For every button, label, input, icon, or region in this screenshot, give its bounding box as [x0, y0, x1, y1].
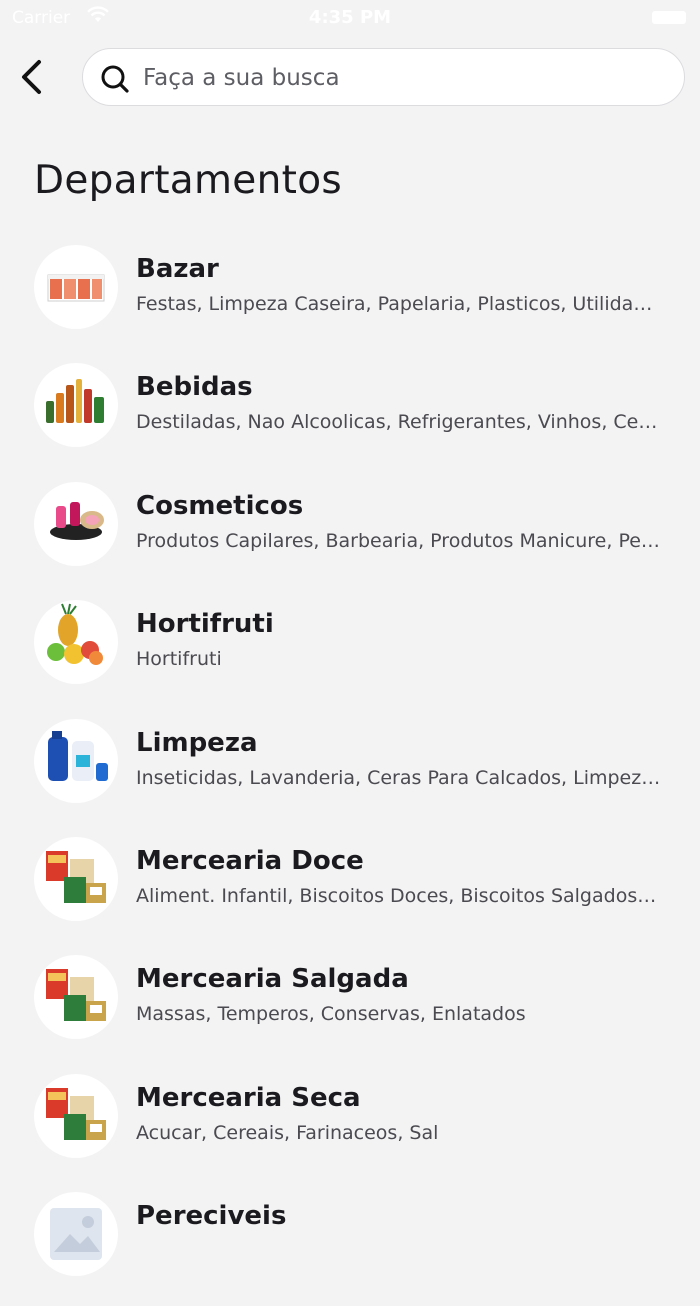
bebidas-icon — [34, 363, 118, 448]
department-name: Bazar — [136, 254, 219, 284]
department-item[interactable]: Cosmeticos Produtos Capilares, Barbearia,… — [0, 477, 700, 595]
department-subtitle: Festas, Limpeza Caseira, Papelaria, Plas… — [136, 293, 662, 315]
chevron-left-icon — [22, 60, 41, 94]
department-item[interactable]: Mercearia Salgada Massas, Temperos, Conse… — [0, 950, 700, 1068]
department-name: Mercearia Salgada — [136, 964, 409, 995]
department-name: Bebidas — [136, 372, 253, 403]
department-subtitle: Hortifruti — [136, 648, 222, 671]
department-item[interactable]: Mercearia Doce Aliment. Infantil, Biscoit… — [0, 832, 700, 950]
department-name: Cosmeticos — [136, 490, 304, 521]
bazar-icon — [34, 245, 118, 329]
department-subtitle: Produtos Capilares, Barbearia, Produtos … — [136, 529, 662, 552]
department-subtitle: Destiladas, Nao Alcoolicas, Refrigerante… — [136, 411, 662, 434]
department-subtitle: Aliment. Infantil, Biscoitos Doces, Bisc… — [136, 884, 662, 907]
cosmeticos-icon — [34, 481, 118, 566]
search-icon — [101, 65, 129, 93]
image-placeholder-icon — [34, 1192, 118, 1277]
mercearia-icon — [34, 955, 118, 1040]
department-item[interactable]: Mercearia Seca Acucar, Cereais, Farinaceo… — [0, 1069, 700, 1187]
search-bar[interactable] — [82, 48, 685, 106]
department-name: Limpeza — [136, 727, 258, 758]
top-bar — [0, 46, 700, 108]
department-subtitle: Acucar, Cereais, Farinaceos, Sal — [136, 1121, 439, 1144]
mercearia-icon — [34, 836, 118, 921]
hortifruti-icon — [34, 600, 118, 685]
mercearia-icon — [34, 1073, 118, 1158]
department-item[interactable]: Bebidas Destiladas, Nao Alcoolicas, Refri… — [0, 358, 700, 476]
department-item[interactable]: Limpeza Inseticidas, Lavanderia, Ceras Pa… — [0, 714, 700, 832]
search-input[interactable] — [143, 57, 663, 99]
department-subtitle: Massas, Temperos, Conservas, Enlatados — [136, 1003, 526, 1026]
department-name: Mercearia Doce — [136, 845, 364, 876]
department-item[interactable]: Bazar Festas, Limpeza Caseira, Papelaria,… — [0, 240, 700, 358]
limpeza-icon — [34, 718, 118, 803]
department-item[interactable]: Hortifruti Hortifruti — [0, 595, 700, 713]
department-subtitle: Inseticidas, Lavanderia, Ceras Para Calc… — [136, 766, 662, 789]
department-name: Mercearia Seca — [136, 1082, 361, 1113]
status-bar: Carrier 4:35 PM — [0, 0, 700, 36]
department-name: Pereciveis — [136, 1201, 287, 1232]
department-name: Hortifruti — [136, 609, 274, 640]
clock-label: 4:35 PM — [308, 7, 392, 28]
department-list: Bazar Festas, Limpeza Caseira, Papelaria,… — [0, 240, 700, 1306]
back-button[interactable] — [12, 56, 52, 98]
page-title: Departamentos — [34, 158, 342, 203]
department-item[interactable]: Pereciveis — [0, 1187, 700, 1305]
battery-icon — [652, 11, 686, 24]
